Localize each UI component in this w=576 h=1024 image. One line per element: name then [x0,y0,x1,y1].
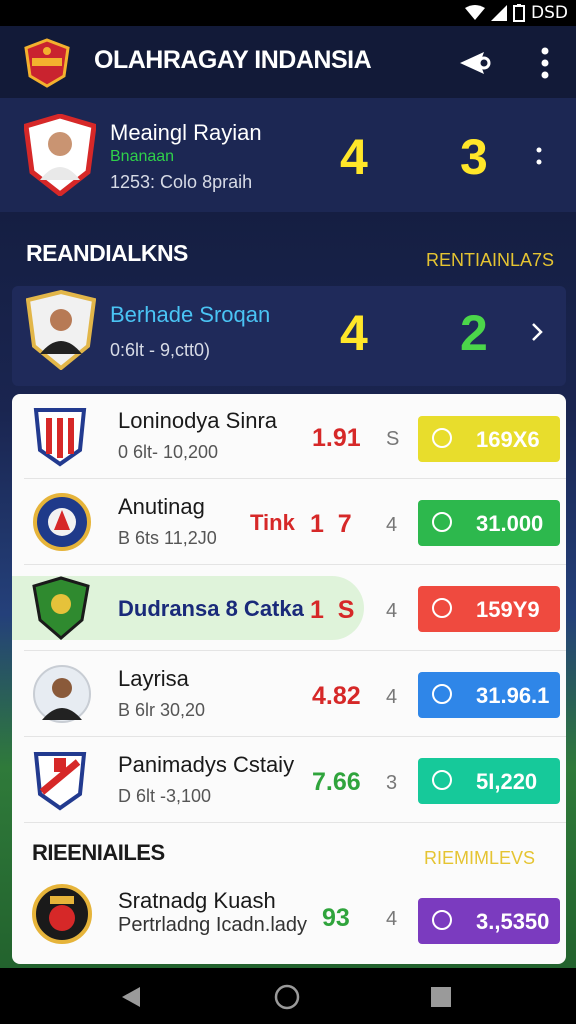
bet-value: 169X6 [476,427,540,452]
featured-score-away: 2 [460,305,488,361]
live-score-home: 4 [340,129,368,185]
bet-button[interactable]: 159Y9 [418,586,560,632]
match-meta: Pertrladng Icadn.lady [118,914,308,936]
section-link-1[interactable]: RENTIAINLA7S [426,250,554,271]
live-more-icon[interactable] [534,146,544,166]
bet-icon [432,684,452,704]
bet-icon [432,770,452,790]
recents-icon[interactable] [430,986,452,1008]
system-nav-bar [0,968,576,1024]
team-name: Loninodya Sinra [118,408,278,433]
section-link-2[interactable]: RIEMIMLEVS [424,848,535,869]
table-row[interactable]: Anutinag B 6ts 11,2J0 Tink 1 7 4 31.000 [24,480,566,565]
bet-icon [432,512,452,532]
team-crest-icon [33,408,87,467]
live-subtitle: Bnanaan [110,148,175,165]
bet-icon [432,910,452,930]
signal-icon [491,5,508,21]
bet-icon [432,598,452,618]
team-crest-icon [32,576,90,640]
team-name: Layrisa [118,666,189,691]
team-crest-icon [33,493,91,551]
table-row[interactable]: Loninodya Sinra 0 6lt- 10,200 1.91 S 169… [24,394,566,479]
bet-icon [432,428,452,448]
match-meta: B 6lr 30,20 [118,700,206,720]
odds-list: Loninodya Sinra 0 6lt- 10,200 1.91 S 169… [12,394,566,964]
team-name: Panimadys Cstaiy [118,752,295,777]
odds-value: 1 7 [310,510,352,538]
table-row[interactable]: Layrisa B 6lr 30,20 4.82 4 31.96.1 [24,652,566,737]
odds-value: 1 S [310,596,355,624]
market-count: 4 [386,514,398,536]
back-icon[interactable] [120,986,142,1008]
odds-value: 7.66 [312,768,361,796]
odds-value: 93 [322,904,350,932]
live-meta: 1253: Colo 8praih [110,172,253,192]
player-avatar [33,665,91,723]
app-logo [24,38,70,88]
odds-label: Tink [250,510,295,535]
battery-icon [513,4,526,22]
bet-value: 5I,220 [476,769,538,794]
app-title: OLAHRAGAY INDANSIA [94,46,372,74]
team-name: Dudransa 8 Catka [118,596,304,621]
chevron-right-icon[interactable] [530,322,544,342]
team-crest-icon [32,884,92,944]
bet-button[interactable]: 31.000 [418,500,560,546]
status-time: DSD [531,3,568,23]
featured-meta: 0:6lt - 9,ctt0) [110,340,211,360]
player-photo [26,290,96,370]
odds-value: 1.91 [312,424,361,452]
featured-team-name: Berhade Sroqan [110,302,271,327]
section-title-2: RIEENIAILES [32,840,165,865]
featured-match-card[interactable]: Berhade Sroqan 0:6lt - 9,ctt0) 4 2 [12,286,566,386]
market-count: 3 [386,772,398,794]
table-row[interactable]: Sratnadg Kuash Pertrladng Icadn.lady 93 … [24,880,566,964]
bet-button[interactable]: 31.96.1 [418,672,560,718]
bet-button[interactable]: 3.,5350 [418,898,560,944]
match-meta: D 6lt -3,100 [118,786,212,806]
team-crest-icon [33,752,87,811]
bet-button[interactable]: 169X6 [418,416,560,462]
market-count: 4 [386,686,398,708]
table-row[interactable]: Dudransa 8 Catka 1 S 4 159Y9 [12,566,566,651]
live-score-away: 3 [460,129,488,185]
table-row[interactable]: Panimadys Cstaiy D 6lt -3,100 7.66 3 5I,… [24,738,566,823]
wifi-icon [465,5,486,20]
bet-value: 31.000 [476,511,544,536]
match-meta: 0 6lt- 10,200 [118,442,219,462]
team-name: Anutinag [118,494,205,519]
match-meta: B 6ts 11,2J0 [118,528,217,548]
status-bar: DSD [0,0,576,26]
bet-value: 3.,5350 [476,909,550,934]
share-icon[interactable] [458,48,492,78]
live-match-card[interactable]: Meaingl Rayian Bnanaan 1253: Colo 8praih… [0,98,576,212]
market-count: 4 [386,908,398,930]
live-team-name: Meaingl Rayian [110,120,262,145]
market-count: 4 [386,600,398,622]
section-title-1: REANDIALKNS [26,240,188,266]
market-count: S [386,428,400,450]
featured-score-home: 4 [340,305,368,361]
more-vert-icon[interactable] [530,46,560,80]
app-bar: OLAHRAGAY INDANSIA [0,26,576,98]
bet-button[interactable]: 5I,220 [418,758,560,804]
bet-value: 31.96.1 [476,683,550,708]
team-name: Sratnadg Kuash [118,888,276,913]
odds-value: 4.82 [312,682,361,710]
player-crest [24,114,96,196]
bet-value: 159Y9 [476,597,540,622]
home-icon[interactable] [274,984,300,1010]
